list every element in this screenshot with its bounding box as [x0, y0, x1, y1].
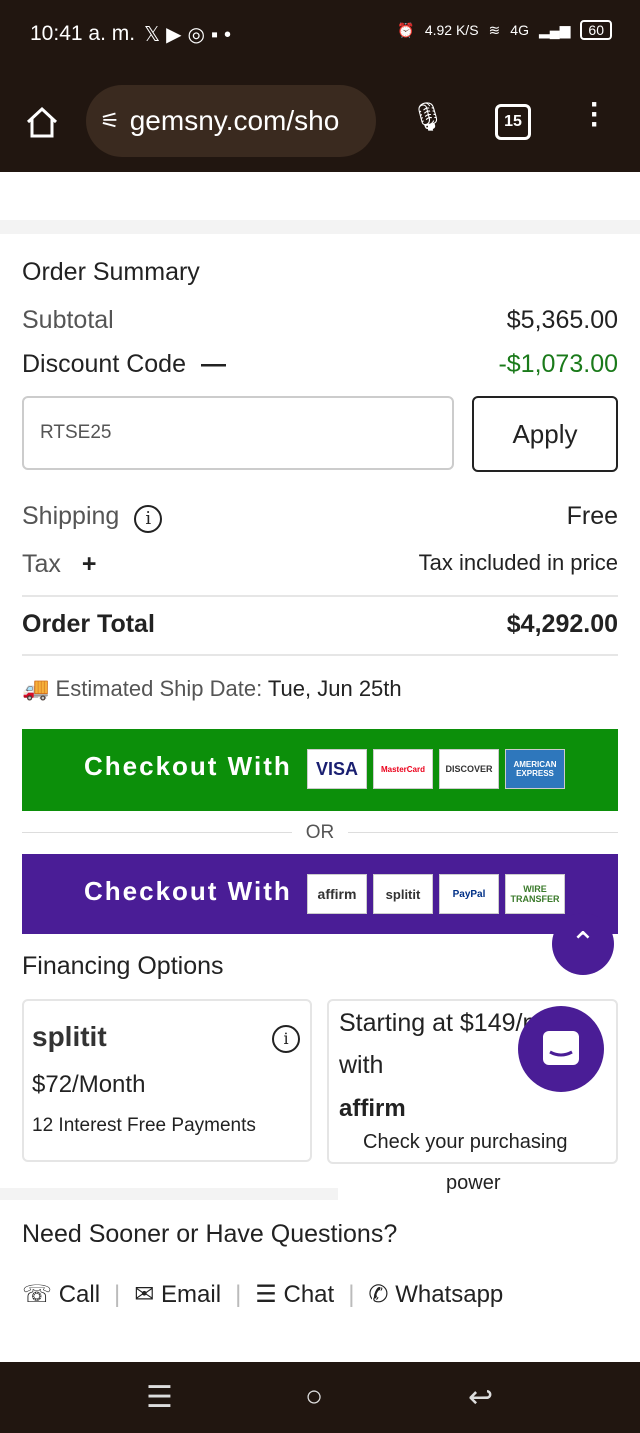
discover-logo: DISCOVER	[439, 749, 499, 789]
home-icon[interactable]	[24, 104, 60, 140]
ship-date-row: 🚚 Estimated Ship Date: Tue, Jun 25th	[22, 676, 618, 702]
menu-icon[interactable]: · · ·	[590, 90, 600, 140]
tax-label: Tax	[22, 550, 61, 578]
ship-date-label: Estimated Ship Date:	[55, 676, 263, 701]
total-row: Order Total $4,292.00	[22, 610, 618, 639]
alarm-icon: ⏰	[397, 21, 415, 38]
total-value: $4,292.00	[506, 610, 618, 638]
signal-icon: ▂▄▆	[538, 21, 571, 38]
affirm-financing-logo: affirm	[339, 1095, 406, 1122]
network-label: 4G	[510, 22, 529, 38]
microphone-icon[interactable]: 🎙	[410, 100, 446, 133]
section-divider	[0, 1188, 338, 1200]
order-summary-title: Order Summary	[22, 258, 200, 286]
divider	[22, 654, 618, 656]
splitit-financing-logo: splitit	[32, 1021, 107, 1052]
splitit-description: 12 Interest Free Payments	[32, 1115, 256, 1136]
tax-toggle[interactable]: +	[82, 550, 97, 578]
discount-row: Discount Code — -$1,073.00	[22, 350, 618, 379]
url-text: gemsny.com/sho	[129, 105, 340, 136]
section-divider	[0, 220, 640, 234]
separator: |	[235, 1280, 242, 1308]
back-icon[interactable]: ↩	[468, 1380, 493, 1415]
chat-widget-button[interactable]	[518, 1006, 604, 1092]
affirm-with-text: with	[339, 1051, 384, 1079]
checkout-alt-button[interactable]: Checkout With affirm splitit PayPal WIRE…	[22, 854, 618, 934]
mastercard-logo: MasterCard	[373, 749, 433, 789]
email-link[interactable]: ✉ Email	[134, 1280, 221, 1309]
scroll-to-top-button[interactable]: ⌃	[552, 913, 614, 975]
help-title: Need Sooner or Have Questions?	[22, 1220, 398, 1248]
order-summary-section: Order Summary Subtotal $5,365.00 Discoun…	[0, 172, 640, 1362]
shipping-value: Free	[566, 502, 618, 530]
alt-payment-logos: affirm splitit PayPal WIRE TRANSFER	[307, 874, 565, 914]
subtotal-value: $5,365.00	[506, 306, 618, 334]
status-bar: 10:41 a. m. 𝕏▶◎▪• ⏰ 4.92 K/S ≋ 4G ▂▄▆ 60	[0, 0, 640, 72]
network-speed: 4.92 K/S	[424, 22, 479, 38]
card-logos: VISA MasterCard DISCOVER AMERICAN EXPRES…	[307, 749, 565, 789]
or-divider-right	[348, 832, 618, 833]
checkout-card-label: Checkout With	[84, 751, 292, 781]
site-settings-icon[interactable]: ⚟	[100, 108, 120, 134]
battery-icon: 60	[580, 20, 612, 40]
financing-title: Financing Options	[22, 952, 224, 980]
separator: |	[114, 1280, 121, 1308]
checkout-alt-label: Checkout With	[84, 876, 292, 906]
shipping-info-icon[interactable]: i	[134, 505, 163, 533]
ship-date-value: Tue, Jun 25th	[267, 676, 402, 701]
url-bar[interactable]: ⚟ gemsny.com/sho	[86, 85, 376, 157]
subtotal-label: Subtotal	[22, 306, 114, 334]
splitit-logo: splitit	[373, 874, 433, 914]
divider	[22, 595, 618, 597]
discount-toggle[interactable]: —	[201, 350, 226, 378]
tabs-counter-button[interactable]: 15	[495, 104, 531, 140]
recent-apps-icon[interactable]: ☰	[146, 1380, 173, 1415]
or-label: OR	[305, 822, 335, 843]
contact-links: ☏ Call | ✉ Email | ☰ Chat | ✆ Whatsapp	[22, 1280, 503, 1309]
wifi-icon: ≋	[488, 21, 501, 38]
subtotal-row: Subtotal $5,365.00	[22, 306, 618, 335]
tax-value: Tax included in price	[418, 550, 618, 575]
chat-bubble-icon	[543, 1031, 579, 1065]
wire-transfer-logo: WIRE TRANSFER	[505, 874, 565, 914]
visa-logo: VISA	[307, 749, 367, 789]
whatsapp-link[interactable]: ✆ Whatsapp	[368, 1280, 503, 1309]
chat-link[interactable]: ☰ Chat	[255, 1280, 334, 1309]
discount-label: Discount Code	[22, 350, 186, 378]
splitit-price: $72/Month	[32, 1071, 146, 1098]
discount-code-input[interactable]: RTSE25	[22, 396, 454, 470]
status-right: ⏰ 4.92 K/S ≋ 4G ▂▄▆ 60	[397, 20, 612, 40]
call-link[interactable]: ☏ Call	[22, 1280, 100, 1309]
affirm-check-link[interactable]: Check your purchasing	[363, 1131, 568, 1154]
apply-button[interactable]: Apply	[472, 396, 618, 472]
shipping-label: Shipping	[22, 502, 120, 530]
splitit-info-icon[interactable]: i	[272, 1025, 300, 1053]
shipping-row: Shipping i Free	[22, 502, 618, 533]
total-label: Order Total	[22, 610, 155, 638]
paypal-logo: PayPal	[439, 874, 499, 914]
status-time: 10:41 a. m.	[30, 22, 136, 45]
home-nav-icon[interactable]: ○	[305, 1380, 323, 1414]
splitit-card[interactable]: splitit i $72/Month 12 Interest Free Pay…	[22, 999, 312, 1162]
discount-value: -$1,073.00	[498, 350, 618, 378]
amex-logo: AMERICAN EXPRESS	[505, 749, 565, 789]
notification-icons: 𝕏▶◎▪•	[144, 24, 238, 46]
affirm-logo: affirm	[307, 874, 367, 914]
system-nav-bar: ☰ ○ ↩	[0, 1362, 640, 1433]
tax-row: Tax + Tax included in price	[22, 550, 618, 579]
separator: |	[348, 1280, 355, 1308]
checkout-card-button[interactable]: Checkout With VISA MasterCard DISCOVER A…	[22, 729, 618, 811]
truck-icon: 🚚	[22, 676, 50, 701]
affirm-power-text: power	[446, 1172, 501, 1194]
